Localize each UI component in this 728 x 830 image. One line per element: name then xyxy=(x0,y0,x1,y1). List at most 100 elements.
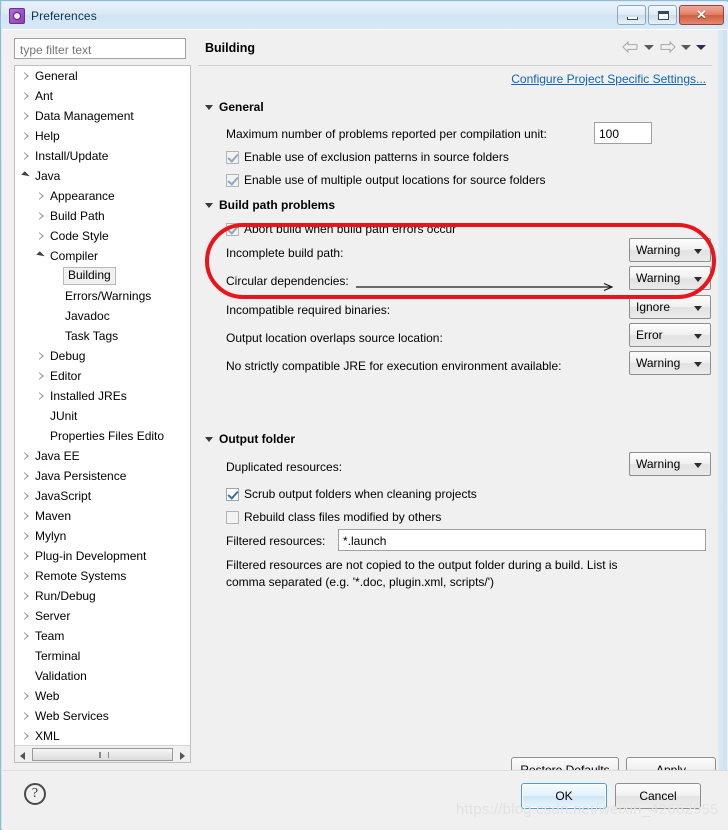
expand-arrow-down-icon[interactable] xyxy=(36,246,49,266)
checkbox-row-scrub-output[interactable]: Scrub output folders when cleaning proje… xyxy=(226,487,477,501)
expand-arrow-right-icon[interactable] xyxy=(36,186,49,206)
expand-arrow-right-icon[interactable] xyxy=(21,566,34,586)
forward-arrow-icon[interactable] xyxy=(659,40,676,54)
forward-history-chevron-down-icon[interactable] xyxy=(681,44,691,50)
checkbox-row-multiple-output[interactable]: Enable use of multiple output locations … xyxy=(226,173,546,187)
sidebar-item-team[interactable]: Team xyxy=(15,626,190,646)
preferences-tree[interactable]: General Ant Data Management Help Install/Upd… xyxy=(14,65,191,763)
sidebar-item-building[interactable]: Building xyxy=(15,266,190,286)
sidebar-item-web[interactable]: Web xyxy=(15,686,190,706)
sidebar-item-help[interactable]: Help xyxy=(15,126,190,146)
max-problems-input[interactable] xyxy=(594,122,652,144)
sidebar-item-run-debug[interactable]: Run/Debug xyxy=(15,586,190,606)
checkbox-row-exclusion-patterns[interactable]: Enable use of exclusion patterns in sour… xyxy=(226,150,509,164)
checkbox-multiple-output-locations[interactable] xyxy=(226,173,239,187)
sidebar-item-code-style[interactable]: Code Style xyxy=(15,226,190,246)
configure-project-specific-settings-link[interactable]: Configure Project Specific Settings... xyxy=(511,72,706,86)
sidebar-item-mylyn[interactable]: Mylyn xyxy=(15,526,190,546)
sidebar-item-properties-files-edito[interactable]: Properties Files Edito xyxy=(15,426,190,446)
view-menu-chevron-down-icon[interactable] xyxy=(696,44,706,50)
sidebar-item-remote-systems[interactable]: Remote Systems xyxy=(15,566,190,586)
sidebar-item-javadoc[interactable]: Javadoc xyxy=(15,306,190,326)
checkbox-row-rebuild-class-files[interactable]: Rebuild class files modified by others xyxy=(226,510,441,524)
sidebar-item-installed-jres[interactable]: Installed JREs xyxy=(15,386,190,406)
checkbox-rebuild-class-files[interactable] xyxy=(226,510,239,524)
scroll-right-arrow-icon[interactable] xyxy=(174,747,190,762)
severity-combo-4[interactable]: Warning xyxy=(629,351,711,375)
sidebar-item-maven[interactable]: Maven xyxy=(15,506,190,526)
severity-combo-1[interactable]: Warning xyxy=(629,266,711,290)
sidebar-item-xml[interactable]: XML xyxy=(15,726,190,746)
scroll-left-arrow-icon[interactable] xyxy=(15,747,31,762)
sidebar-item-java[interactable]: Java xyxy=(15,166,190,186)
checkbox-abort-build[interactable] xyxy=(226,222,239,236)
back-history-chevron-down-icon[interactable] xyxy=(644,44,654,50)
expand-arrow-right-icon[interactable] xyxy=(21,146,34,166)
checkbox-scrub-output-folders[interactable] xyxy=(226,487,239,501)
sidebar-item-editor[interactable]: Editor xyxy=(15,366,190,386)
severity-combo-0[interactable]: Warning xyxy=(629,238,711,262)
maximize-button[interactable] xyxy=(648,5,677,25)
expand-arrow-right-icon[interactable] xyxy=(21,626,34,646)
expand-arrow-right-icon[interactable] xyxy=(21,586,34,606)
sidebar-item-plug-in-development[interactable]: Plug-in Development xyxy=(15,546,190,566)
expand-arrow-right-icon[interactable] xyxy=(36,226,49,246)
sidebar-item-validation[interactable]: Validation xyxy=(15,666,190,686)
section-build-path-problems[interactable]: Build path problems xyxy=(205,198,335,212)
expand-arrow-right-icon[interactable] xyxy=(21,706,34,726)
close-button[interactable]: ✕ xyxy=(679,5,724,25)
expand-arrow-right-icon[interactable] xyxy=(21,526,34,546)
sidebar-item-install-update[interactable]: Install/Update xyxy=(15,146,190,166)
expand-arrow-right-icon[interactable] xyxy=(21,466,34,486)
collapse-chevron-icon[interactable] xyxy=(205,202,213,208)
sidebar-item-debug[interactable]: Debug xyxy=(15,346,190,366)
expand-arrow-right-icon[interactable] xyxy=(21,506,34,526)
ok-button[interactable]: OK xyxy=(521,783,607,809)
cancel-button[interactable]: Cancel xyxy=(615,783,701,809)
back-arrow-icon[interactable] xyxy=(622,40,639,54)
filter-input[interactable] xyxy=(14,38,186,59)
sidebar-item-build-path[interactable]: Build Path xyxy=(15,206,190,226)
sidebar-item-server[interactable]: Server xyxy=(15,606,190,626)
sidebar-item-errors-warnings[interactable]: Errors/Warnings xyxy=(15,286,190,306)
sidebar-item-ant[interactable]: Ant xyxy=(15,86,190,106)
expand-arrow-down-icon[interactable] xyxy=(21,166,34,186)
section-output-folder[interactable]: Output folder xyxy=(205,432,295,446)
expand-arrow-right-icon[interactable] xyxy=(21,486,34,506)
sidebar-item-compiler[interactable]: Compiler xyxy=(15,246,190,266)
collapse-chevron-icon[interactable] xyxy=(205,436,213,442)
expand-arrow-right-icon[interactable] xyxy=(21,686,34,706)
checkbox-row-abort-build[interactable]: Abort build when build path errors occur xyxy=(226,222,456,236)
sidebar-item-junit[interactable]: JUnit xyxy=(15,406,190,426)
expand-arrow-right-icon[interactable] xyxy=(21,66,34,86)
help-icon[interactable]: ? xyxy=(24,783,46,805)
sidebar-item-task-tags[interactable]: Task Tags xyxy=(15,326,190,346)
sidebar-item-data-management[interactable]: Data Management xyxy=(15,106,190,126)
tree-horizontal-scrollbar[interactable] xyxy=(15,745,190,762)
expand-arrow-right-icon[interactable] xyxy=(21,126,34,146)
sidebar-item-web-services[interactable]: Web Services xyxy=(15,706,190,726)
expand-arrow-right-icon[interactable] xyxy=(21,446,34,466)
expand-arrow-right-icon[interactable] xyxy=(36,366,49,386)
expand-arrow-right-icon[interactable] xyxy=(36,346,49,366)
expand-arrow-right-icon[interactable] xyxy=(21,86,34,106)
sidebar-item-appearance[interactable]: Appearance xyxy=(15,186,190,206)
expand-arrow-right-icon[interactable] xyxy=(36,206,49,226)
expand-arrow-right-icon[interactable] xyxy=(21,606,34,626)
scrollbar-thumb[interactable] xyxy=(32,747,173,761)
sidebar-item-javascript[interactable]: JavaScript xyxy=(15,486,190,506)
sidebar-item-terminal[interactable]: Terminal xyxy=(15,646,190,666)
severity-combo-3[interactable]: Error xyxy=(629,323,711,347)
expand-arrow-right-icon[interactable] xyxy=(36,386,49,406)
checkbox-exclusion-patterns[interactable] xyxy=(226,150,239,164)
collapse-chevron-icon[interactable] xyxy=(205,104,213,110)
expand-arrow-right-icon[interactable] xyxy=(21,546,34,566)
filtered-resources-input[interactable] xyxy=(338,529,706,551)
minimize-button[interactable] xyxy=(617,5,646,25)
duplicated-resources-combo[interactable]: Warning xyxy=(629,452,711,476)
sidebar-item-general[interactable]: General xyxy=(15,66,190,86)
expand-arrow-right-icon[interactable] xyxy=(21,726,34,746)
sidebar-item-java-ee[interactable]: Java EE xyxy=(15,446,190,466)
sidebar-item-java-persistence[interactable]: Java Persistence xyxy=(15,466,190,486)
expand-arrow-right-icon[interactable] xyxy=(21,106,34,126)
